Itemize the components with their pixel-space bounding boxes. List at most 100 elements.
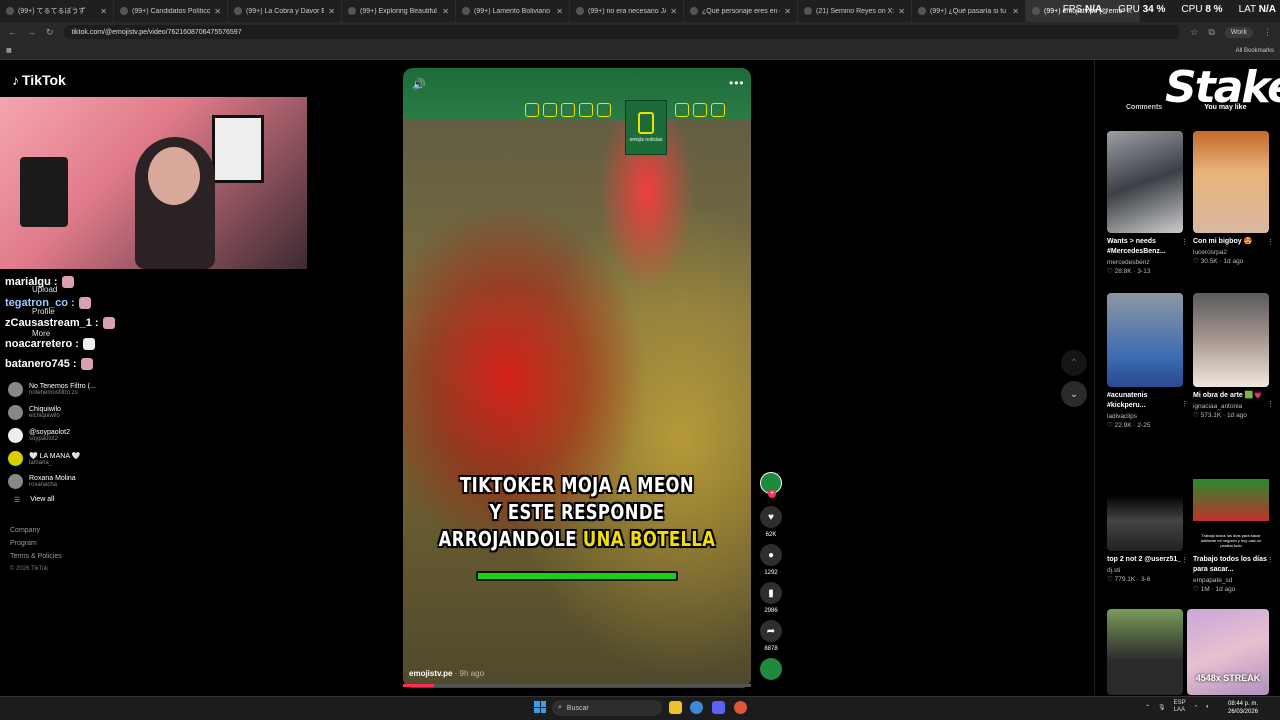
card-title: #acunatenis #kickperu... bbox=[1107, 392, 1148, 409]
cpu-label: CPU bbox=[1181, 4, 1203, 15]
card-menu-icon[interactable]: ⋮ bbox=[1181, 556, 1188, 564]
footer-link-company[interactable]: Company bbox=[10, 527, 62, 540]
recommended-video-card[interactable]: Con mi bigboy 😍 lucerosrpa2 ♡ 30.5K · 1d… bbox=[1193, 131, 1274, 265]
tab-title: (99+) La Cobra y Davor El Du bbox=[246, 7, 324, 15]
browser-tab[interactable]: (99+) La Cobra y Davor El Du ✕ bbox=[228, 0, 342, 22]
card-menu-icon[interactable]: ⋮ bbox=[1267, 400, 1274, 408]
wifi-icon[interactable]: ◔ bbox=[1194, 704, 1198, 710]
tiktok-note-icon: ♪ bbox=[12, 72, 19, 88]
chrome-icon[interactable] bbox=[690, 701, 703, 714]
follow-plus-icon[interactable]: + bbox=[768, 490, 776, 498]
reload-icon[interactable]: ↻ bbox=[46, 27, 54, 38]
posted-time: · 9h ago bbox=[454, 669, 485, 678]
close-icon[interactable]: ✕ bbox=[328, 7, 335, 16]
card-menu-icon[interactable]: ⋮ bbox=[1267, 238, 1274, 246]
browser-tab[interactable]: (99+) Lamento Boliviano Pow ✕ bbox=[456, 0, 570, 22]
menu-icon[interactable]: ⋮ bbox=[1263, 27, 1272, 38]
browser-tab[interactable]: (99+) ¿Qué pasaría si tu viejo ✕ bbox=[912, 0, 1026, 22]
video-player[interactable]: emojis noticias TIKTOKER MOJA A MEON Y E… bbox=[403, 68, 751, 688]
next-video-button[interactable]: ⌄ bbox=[1061, 381, 1087, 407]
footer-link-terms[interactable]: Terms & Policies bbox=[10, 553, 62, 566]
windows-start-icon[interactable] bbox=[534, 701, 546, 713]
save-button[interactable]: ▮ 2986 bbox=[757, 582, 785, 614]
footer-link-program[interactable]: Program bbox=[10, 540, 62, 553]
browser-tab[interactable]: ¿Qué personaje eres en esta ✕ bbox=[684, 0, 798, 22]
share-button[interactable]: ➦ 8878 bbox=[757, 620, 785, 652]
video-thumbnail: 4548x STREAK bbox=[1187, 609, 1269, 695]
spotify-icon bbox=[711, 103, 725, 117]
sound-disc-button[interactable] bbox=[757, 658, 785, 680]
recommended-video-card[interactable]: Wants > needs #MercedesBenz... mercedesb… bbox=[1107, 131, 1188, 275]
video-progress[interactable] bbox=[403, 684, 751, 687]
emote-icon bbox=[78, 296, 91, 309]
close-icon[interactable]: ✕ bbox=[670, 7, 677, 16]
account-handle: notenemosfiltro.zs bbox=[29, 390, 78, 396]
tab-comments[interactable]: Comments bbox=[1126, 104, 1162, 111]
tab-favicon-icon bbox=[120, 7, 128, 15]
view-all-button[interactable]: ☰ View all bbox=[14, 496, 54, 504]
previous-video-button[interactable]: ⌃ bbox=[1061, 350, 1087, 376]
star-icon[interactable]: ☆ bbox=[1190, 27, 1198, 38]
browser-icon[interactable] bbox=[734, 701, 747, 714]
close-icon[interactable]: ✕ bbox=[214, 7, 221, 16]
nav-more[interactable]: More bbox=[32, 329, 50, 338]
speaker-icon[interactable]: ◖ bbox=[1205, 704, 1209, 710]
comment-button[interactable]: ● 1292 bbox=[757, 544, 785, 576]
close-icon[interactable]: ✕ bbox=[100, 7, 107, 16]
caption-line-1: TIKTOKER MOJA A MEON bbox=[460, 473, 694, 497]
card-menu-icon[interactable]: ⋮ bbox=[1181, 238, 1188, 246]
close-icon[interactable]: ✕ bbox=[556, 7, 563, 16]
chevron-up-icon[interactable]: ⌃ bbox=[1145, 704, 1150, 711]
following-account[interactable]: @soypaolot2 soypaolot2 bbox=[8, 424, 118, 447]
tab-favicon-icon bbox=[462, 7, 470, 15]
file-explorer-icon[interactable] bbox=[669, 701, 682, 714]
url-input[interactable]: tiktok.com/@emojistv.pe/video/7621608706… bbox=[63, 25, 1181, 39]
following-account[interactable]: Roxana Molina roxanacha bbox=[8, 470, 118, 493]
forward-icon[interactable]: → bbox=[27, 27, 36, 37]
facebook-icon bbox=[525, 103, 539, 117]
creator-avatar-button[interactable]: + bbox=[757, 472, 785, 498]
back-icon[interactable]: ← bbox=[8, 27, 17, 37]
browser-tab[interactable]: (99+) Exploring Beautiful Plac ✕ bbox=[342, 0, 456, 22]
tiktok-logo[interactable]: ♪ TikTok bbox=[12, 72, 66, 88]
more-options-icon[interactable]: ••• bbox=[729, 76, 745, 90]
card-stats: ♡ 28.8K · 3-13 bbox=[1107, 268, 1151, 275]
browser-tab[interactable]: (99+) てるてるぼうず ✕ bbox=[0, 0, 114, 22]
tab-you-may-like[interactable]: You may like bbox=[1204, 104, 1246, 111]
browser-tab[interactable]: (99+) no era necesario JAJA ✕ bbox=[570, 0, 684, 22]
volume-icon[interactable]: 🔊 bbox=[412, 78, 426, 91]
nav-profile[interactable]: Profile bbox=[32, 307, 55, 316]
language-indicator[interactable]: ESP LAA bbox=[1174, 700, 1186, 714]
browser-tab[interactable]: (99+) Candidatos Políticos en ✕ bbox=[114, 0, 228, 22]
emote-icon bbox=[102, 317, 115, 330]
mic-icon[interactable]: 🎙 bbox=[1158, 704, 1166, 711]
close-icon[interactable]: ✕ bbox=[1012, 7, 1019, 16]
recommended-video-card[interactable]: #acunatenis #kickperu... ladivaclips ♡ 2… bbox=[1107, 293, 1188, 429]
card-menu-icon[interactable]: ⋮ bbox=[1267, 556, 1274, 564]
recommended-video-card[interactable] bbox=[1107, 609, 1183, 695]
recommended-video-card[interactable]: Mi obra de arte 🟩💗 ignaciaa_antonia ♡ 57… bbox=[1193, 293, 1274, 419]
apps-icon[interactable]: ▦ bbox=[6, 47, 12, 54]
browser-tab[interactable]: (21) Semino Reyes on X: "Sylv✕ bbox=[798, 0, 912, 22]
profile-button[interactable]: Work bbox=[1224, 26, 1253, 38]
all-bookmarks-button[interactable]: All Bookmarks bbox=[1236, 48, 1274, 54]
lat-value: N/A bbox=[1258, 4, 1276, 15]
following-account[interactable]: No Tenemos Filtro (... notenemosfiltro.zs bbox=[8, 378, 118, 401]
discord-icon[interactable] bbox=[712, 701, 725, 714]
close-icon[interactable]: ✕ bbox=[442, 7, 449, 16]
recommended-video-card[interactable]: top 2 not 2 @userz51_ dj.sti ♡ 779.1K · … bbox=[1107, 449, 1188, 583]
nav-upload[interactable]: Upload bbox=[32, 285, 57, 294]
close-icon[interactable]: ✕ bbox=[898, 7, 905, 16]
recommended-video-card[interactable]: 4548x STREAK bbox=[1187, 609, 1269, 695]
extensions-icon[interactable]: ⧉ bbox=[1208, 27, 1214, 38]
taskbar-search[interactable]: ⌕ Buscar bbox=[552, 700, 662, 716]
following-account[interactable]: 🤍 LA MANA 🤍 lamana_ bbox=[8, 447, 118, 470]
close-icon[interactable]: ✕ bbox=[784, 7, 791, 16]
following-account[interactable]: Chiquiwilo elchiquiwilo bbox=[8, 401, 118, 424]
card-menu-icon[interactable]: ⋮ bbox=[1181, 400, 1188, 408]
video-author[interactable]: emojistv.pe · 9h ago bbox=[409, 669, 484, 678]
taskbar-clock[interactable]: 08:44 p. m. 26/03/2026 bbox=[1228, 700, 1258, 716]
recommended-video-card[interactable]: Trabajo todos los días para sacar adelan… bbox=[1193, 449, 1274, 593]
like-button[interactable]: ♥ 62K bbox=[757, 506, 785, 538]
account-name: @soypaolot2 bbox=[29, 429, 70, 436]
